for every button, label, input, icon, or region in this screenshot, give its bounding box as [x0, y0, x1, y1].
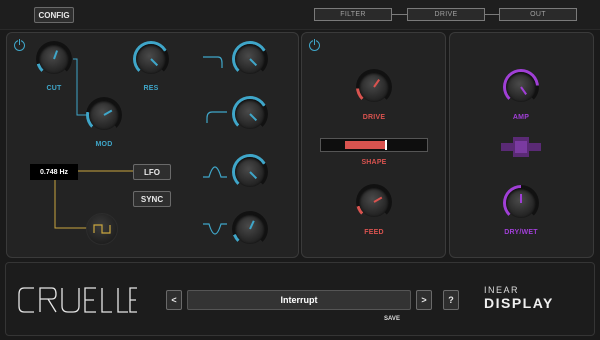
- sync-button[interactable]: SYNC: [133, 191, 171, 207]
- bandpass-knob[interactable]: [232, 154, 268, 190]
- cruelle-logo: [18, 286, 138, 314]
- preset-name-display[interactable]: Interrupt: [187, 290, 411, 310]
- routing-slot-drive[interactable]: DRIVE: [407, 8, 485, 21]
- drive-panel: DRIVE SHAPE FEED: [301, 32, 446, 258]
- config-button[interactable]: CONFIG: [34, 7, 74, 23]
- save-button[interactable]: SAVE: [372, 316, 412, 326]
- drive-knob[interactable]: [356, 69, 392, 105]
- stereo-link-icon[interactable]: [501, 137, 541, 157]
- feed-label: FEED: [364, 229, 384, 236]
- lfo-waveform-selector[interactable]: [86, 213, 118, 245]
- routing-connector: [484, 14, 500, 15]
- res-label: RES: [143, 85, 159, 92]
- square-wave-icon: [93, 224, 111, 234]
- maker-line1: INEAR: [484, 285, 520, 295]
- cruelle-plugin-window: CONFIG FILTER DRIVE OUT CUT RES MOD 0.74…: [0, 0, 600, 340]
- shape-slider[interactable]: [320, 138, 428, 152]
- dry-wet-knob[interactable]: [503, 185, 539, 221]
- shape-slider-thumb[interactable]: [385, 140, 387, 150]
- notch-knob[interactable]: [232, 211, 268, 247]
- mod-knob[interactable]: [86, 97, 122, 133]
- lowpass-icon: [203, 56, 223, 68]
- res-knob[interactable]: [133, 41, 169, 77]
- output-panel: AMP DRY/WET: [449, 32, 594, 258]
- cut-label: CUT: [46, 85, 62, 92]
- drive-power-icon[interactable]: [309, 39, 320, 51]
- shape-label: SHAPE: [361, 159, 387, 166]
- notch-icon: [203, 223, 227, 235]
- inear-display-logo: INEAR DISPLAY: [484, 285, 574, 317]
- preset-next-button[interactable]: >: [416, 290, 432, 310]
- bandpass-icon: [203, 166, 227, 178]
- dry-wet-label: DRY/WET: [504, 229, 538, 236]
- top-bar: CONFIG FILTER DRIVE OUT: [0, 0, 600, 30]
- maker-line2: DISPLAY: [484, 295, 554, 311]
- help-button[interactable]: ?: [443, 290, 459, 310]
- lfo-button[interactable]: LFO: [133, 164, 171, 180]
- highpass-knob[interactable]: [232, 96, 268, 132]
- highpass-icon: [206, 111, 227, 123]
- feed-knob[interactable]: [356, 184, 392, 220]
- mod-label: MOD: [95, 141, 113, 148]
- cut-knob[interactable]: [36, 41, 72, 77]
- amp-label: AMP: [512, 114, 530, 121]
- routing-slot-out[interactable]: OUT: [499, 8, 577, 21]
- lowpass-knob[interactable]: [232, 41, 268, 77]
- preset-bar: < Interrupt > ? SAVE INEAR DISPLAY: [5, 262, 595, 336]
- filter-panel: CUT RES MOD 0.748 Hz LFO SYNC: [6, 32, 299, 258]
- routing-slot-filter[interactable]: FILTER: [314, 8, 392, 21]
- lfo-rate-display[interactable]: 0.748 Hz: [30, 164, 78, 180]
- amp-knob[interactable]: [503, 69, 539, 105]
- drive-label: DRIVE: [362, 114, 386, 121]
- shape-slider-fill: [345, 141, 385, 149]
- preset-prev-button[interactable]: <: [166, 290, 182, 310]
- routing-connector: [392, 14, 408, 15]
